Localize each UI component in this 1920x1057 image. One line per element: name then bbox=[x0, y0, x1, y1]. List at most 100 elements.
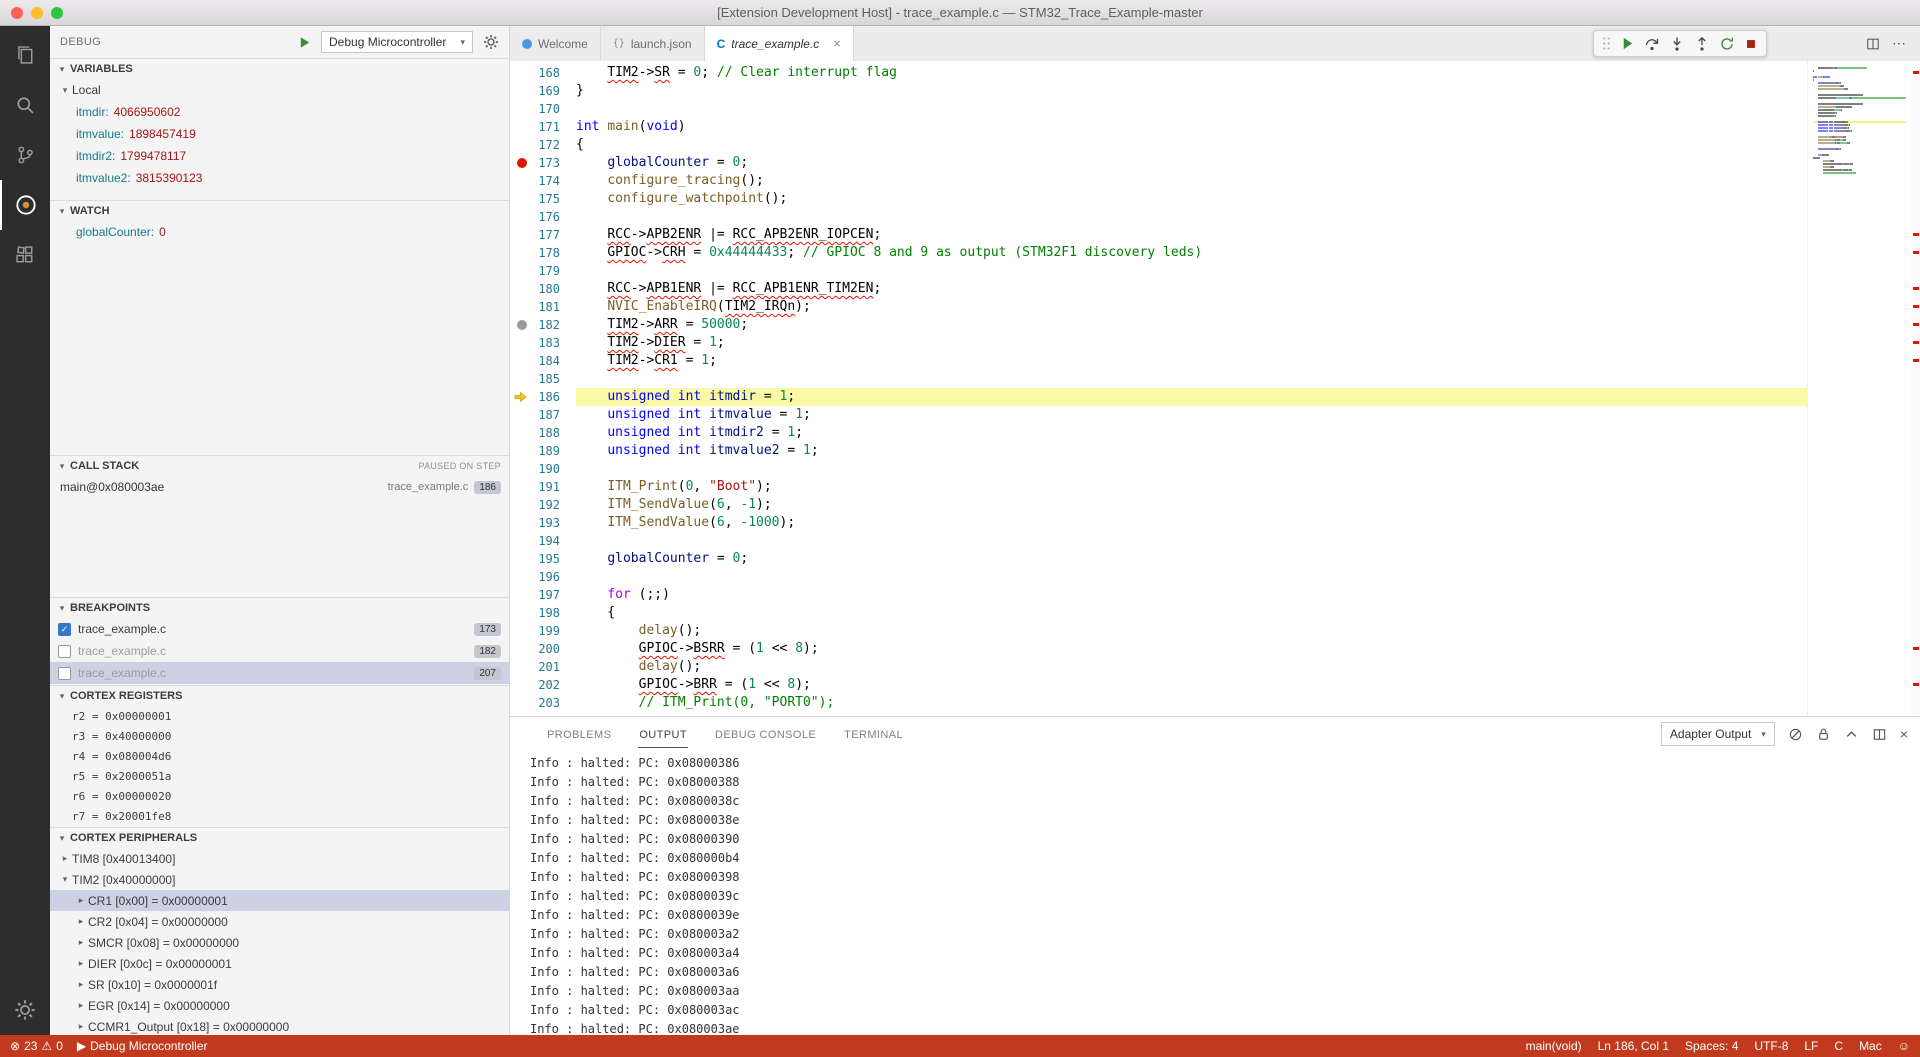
code-line-text[interactable]: TIM2->CR1 = 1; bbox=[576, 352, 1807, 370]
line-gutter[interactable]: 176 bbox=[510, 208, 576, 226]
code-line[interactable]: 191 ITM_Print(0, "Boot"); bbox=[510, 478, 1807, 496]
code-line-text[interactable]: configure_watchpoint(); bbox=[576, 190, 1807, 208]
tab-launch-json[interactable]: {} launch.json bbox=[601, 26, 705, 61]
code-line[interactable]: 181 NVIC_EnableIRQ(TIM2_IRQn); bbox=[510, 298, 1807, 316]
feedback-smiley-icon[interactable]: ☺ bbox=[1898, 1039, 1910, 1053]
breakpoint-item[interactable]: trace_example.c207 bbox=[50, 662, 509, 684]
code-line[interactable]: 168 TIM2->SR = 0; // Clear interrupt fla… bbox=[510, 64, 1807, 82]
code-line-text[interactable]: { bbox=[576, 604, 1807, 622]
peripheral-item[interactable]: ▸CR1 [0x00] = 0x00000001 bbox=[50, 890, 509, 911]
step-into-button[interactable] bbox=[1669, 36, 1685, 52]
peripheral-item[interactable]: ▸TIM8 [0x40013400] bbox=[50, 848, 509, 869]
more-actions-icon[interactable]: ⋯ bbox=[1892, 35, 1906, 52]
step-over-button[interactable] bbox=[1644, 36, 1660, 52]
debug-settings-button[interactable] bbox=[483, 34, 499, 50]
restart-button[interactable] bbox=[1719, 36, 1735, 52]
code-line[interactable]: 188 unsigned int itmdir2 = 1; bbox=[510, 424, 1807, 442]
activity-settings[interactable] bbox=[0, 995, 50, 1025]
code-line[interactable]: 183 TIM2->DIER = 1; bbox=[510, 334, 1807, 352]
code-line[interactable]: 180 RCC->APB1ENR |= RCC_APB1ENR_TIM2EN; bbox=[510, 280, 1807, 298]
variable-item[interactable]: itmvalue:1898457419 bbox=[50, 123, 509, 145]
code-line[interactable]: 203 // ITM_Print(0, "PORT0"); bbox=[510, 694, 1807, 712]
line-gutter[interactable]: 182 bbox=[510, 316, 576, 334]
symbol-status[interactable]: main(void) bbox=[1526, 1039, 1582, 1053]
code-line-text[interactable]: } bbox=[576, 82, 1807, 100]
line-gutter[interactable]: 196 bbox=[510, 568, 576, 586]
encoding-status[interactable]: UTF-8 bbox=[1754, 1039, 1788, 1053]
panel-tab-debug-console[interactable]: DEBUG CONSOLE bbox=[714, 721, 817, 748]
register-item[interactable]: r7 = 0x20001fe8 bbox=[50, 806, 509, 826]
code-line-text[interactable]: delay(); bbox=[576, 658, 1807, 676]
line-gutter[interactable]: 177 bbox=[510, 226, 576, 244]
code-line-text[interactable]: unsigned int itmdir2 = 1; bbox=[576, 424, 1807, 442]
code-line[interactable]: 177 RCC->APB2ENR |= RCC_APB2ENR_IOPCEN; bbox=[510, 226, 1807, 244]
line-gutter[interactable]: 186 bbox=[510, 388, 576, 406]
activity-debug[interactable] bbox=[0, 180, 50, 230]
code-line-text[interactable]: unsigned int itmvalue2 = 1; bbox=[576, 442, 1807, 460]
code-line[interactable]: 199 delay(); bbox=[510, 622, 1807, 640]
minimap[interactable] bbox=[1807, 61, 1911, 716]
breakpoint-item[interactable]: trace_example.c182 bbox=[50, 640, 509, 662]
watch-item[interactable]: globalCounter:0 bbox=[50, 221, 509, 243]
variables-header[interactable]: ▾ VARIABLES bbox=[50, 59, 509, 79]
code-line-text[interactable]: TIM2->ARR = 50000; bbox=[576, 316, 1807, 334]
code-line[interactable]: 200 GPIOC->BSRR = (1 << 8); bbox=[510, 640, 1807, 658]
panel-tab-output[interactable]: OUTPUT bbox=[638, 721, 688, 748]
indentation-status[interactable]: Spaces: 4 bbox=[1685, 1039, 1738, 1053]
register-item[interactable]: r3 = 0x40000000 bbox=[50, 726, 509, 746]
breakpoint-checkbox[interactable]: ✓ bbox=[58, 623, 71, 636]
code-line[interactable]: 190 bbox=[510, 460, 1807, 478]
code-line[interactable]: 178 GPIOC->CRH = 0x44444433; // GPIOC 8 … bbox=[510, 244, 1807, 262]
code-line[interactable]: 182 TIM2->ARR = 50000; bbox=[510, 316, 1807, 334]
line-gutter[interactable]: 192 bbox=[510, 496, 576, 514]
cortex-registers-header[interactable]: ▾ CORTEX REGISTERS bbox=[50, 686, 509, 706]
code-line-text[interactable]: configure_tracing(); bbox=[576, 172, 1807, 190]
code-line-text[interactable]: TIM2->SR = 0; // Clear interrupt flag bbox=[576, 64, 1807, 82]
code-line[interactable]: 169} bbox=[510, 82, 1807, 100]
activity-search[interactable] bbox=[0, 80, 50, 130]
breakpoint-checkbox[interactable] bbox=[58, 645, 71, 658]
continue-button[interactable] bbox=[1620, 36, 1635, 51]
line-gutter[interactable]: 174 bbox=[510, 172, 576, 190]
code-line-text[interactable]: RCC->APB1ENR |= RCC_APB1ENR_TIM2EN; bbox=[576, 280, 1807, 298]
code-line-text[interactable] bbox=[576, 208, 1807, 226]
code-line[interactable]: 194 bbox=[510, 532, 1807, 550]
line-gutter[interactable]: 194 bbox=[510, 532, 576, 550]
code-line-text[interactable]: GPIOC->CRH = 0x44444433; // GPIOC 8 and … bbox=[576, 244, 1807, 262]
debug-config-select[interactable]: Debug Microcontroller ▾ bbox=[321, 31, 473, 53]
variable-item[interactable]: itmdir:4066950602 bbox=[50, 101, 509, 123]
platform-status[interactable]: Mac bbox=[1859, 1039, 1882, 1053]
code-line[interactable]: 197 for (;;) bbox=[510, 586, 1807, 604]
line-gutter[interactable]: 199 bbox=[510, 622, 576, 640]
line-gutter[interactable]: 187 bbox=[510, 406, 576, 424]
code-line-text[interactable]: ITM_SendValue(6, -1); bbox=[576, 496, 1807, 514]
register-item[interactable]: r5 = 0x2000051a bbox=[50, 766, 509, 786]
code-line[interactable]: 195 globalCounter = 0; bbox=[510, 550, 1807, 568]
code-line-text[interactable]: unsigned int itmdir = 1; bbox=[576, 388, 1807, 406]
drag-handle-icon[interactable] bbox=[1602, 36, 1611, 51]
code-line[interactable]: 186 unsigned int itmdir = 1; bbox=[510, 388, 1807, 406]
window-minimize-button[interactable] bbox=[31, 7, 43, 19]
register-item[interactable]: r4 = 0x080004d6 bbox=[50, 746, 509, 766]
code-line-text[interactable]: { bbox=[576, 136, 1807, 154]
panel-tab-terminal[interactable]: TERMINAL bbox=[843, 721, 904, 748]
code-line-text[interactable]: NVIC_EnableIRQ(TIM2_IRQn); bbox=[576, 298, 1807, 316]
activity-source-control[interactable] bbox=[0, 130, 50, 180]
split-editor-icon[interactable] bbox=[1866, 37, 1880, 51]
code-line[interactable]: 192 ITM_SendValue(6, -1); bbox=[510, 496, 1807, 514]
line-gutter[interactable]: 183 bbox=[510, 334, 576, 352]
line-gutter[interactable]: 181 bbox=[510, 298, 576, 316]
code-line-text[interactable]: // ITM_Print(0, "PORT0"); bbox=[576, 694, 1807, 712]
code-line[interactable]: 175 configure_watchpoint(); bbox=[510, 190, 1807, 208]
line-gutter[interactable]: 173 bbox=[510, 154, 576, 172]
breakpoints-header[interactable]: ▾ BREAKPOINTS bbox=[50, 598, 509, 618]
line-gutter[interactable]: 197 bbox=[510, 586, 576, 604]
peripheral-item[interactable]: ▸EGR [0x14] = 0x00000000 bbox=[50, 995, 509, 1016]
code-line[interactable]: 184 TIM2->CR1 = 1; bbox=[510, 352, 1807, 370]
line-gutter[interactable]: 203 bbox=[510, 694, 576, 712]
code-line-text[interactable]: delay(); bbox=[576, 622, 1807, 640]
code-line[interactable]: 172{ bbox=[510, 136, 1807, 154]
output-channel-select[interactable]: Adapter Output ▾ bbox=[1661, 722, 1775, 746]
code-line-text[interactable]: TIM2->DIER = 1; bbox=[576, 334, 1807, 352]
tab-welcome[interactable]: Welcome bbox=[510, 26, 601, 61]
